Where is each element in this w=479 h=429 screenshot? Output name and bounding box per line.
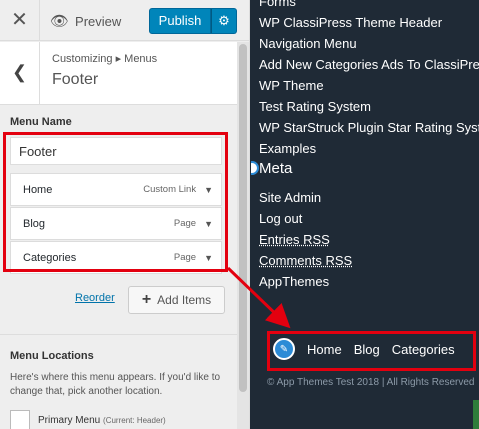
section-header: ❮ Customizing ▸ Menus Footer [0, 42, 237, 105]
collapse-sidebar-icon[interactable] [251, 161, 259, 175]
breadcrumb: Customizing ▸ Menus [52, 53, 158, 65]
sidebar-link[interactable]: WP Theme [259, 78, 324, 93]
caret-down-icon[interactable]: ▼ [204, 253, 213, 263]
corner-badge [473, 400, 479, 429]
add-items-button[interactable]: + Add Items [128, 286, 225, 314]
back-icon[interactable]: ❮ [0, 42, 40, 105]
plus-icon: + [141, 291, 152, 308]
close-icon[interactable]: ✕ [0, 0, 40, 41]
meta-link[interactable]: Log out [259, 211, 302, 226]
primary-menu-text: Primary Menu [38, 415, 101, 426]
gear-icon[interactable]: ⚙ [211, 8, 237, 34]
sidebar-link[interactable]: Forms [259, 0, 296, 9]
caret-down-icon[interactable]: ▼ [204, 185, 213, 195]
menu-item-type: Custom Link [143, 184, 197, 195]
divider [0, 334, 237, 335]
sidebar-link[interactable]: Navigation Menu [259, 36, 357, 51]
reorder-link[interactable]: Reorder [75, 292, 115, 304]
scrollbar-thumb[interactable] [239, 44, 247, 392]
primary-menu-checkbox[interactable] [10, 410, 30, 429]
footer-menu-item[interactable]: Home [307, 342, 342, 357]
sidebar-link[interactable]: WP StarStruck Plugin Star Rating System [259, 120, 479, 135]
meta-link[interactable]: AppThemes [259, 274, 329, 289]
copyright-text: © App Themes Test 2018 | All Rights Rese… [267, 377, 475, 388]
publish-button[interactable]: Publish [149, 8, 211, 34]
menu-item-home[interactable]: Home Custom Link ▼ [10, 173, 222, 206]
meta-link[interactable]: Entries RSS [259, 232, 330, 247]
site-preview: Forms WP ClassiPress Theme Header Naviga… [251, 0, 479, 429]
primary-menu-current: (Current: Header) [103, 416, 166, 425]
eye-icon: 👁 [50, 13, 70, 30]
add-items-label: Add Items [157, 293, 212, 307]
menu-locations-title: Menu Locations [10, 350, 94, 362]
footer-menu: ✎ Home Blog Categories [273, 338, 455, 360]
footer-menu-item[interactable]: Categories [392, 342, 455, 357]
caret-down-icon[interactable]: ▼ [204, 219, 213, 229]
menu-item-categories[interactable]: Categories Page ▼ [10, 241, 222, 274]
sidebar-link[interactable]: Test Rating System [259, 99, 371, 114]
meta-heading: Meta [259, 160, 293, 177]
menu-item-title: Categories [23, 251, 77, 264]
pencil-icon[interactable]: ✎ [273, 338, 295, 360]
preview-button[interactable]: 👁 Preview [50, 12, 121, 30]
sidebar-link[interactable]: Add New Categories Ads To ClassiPress [259, 57, 479, 72]
preview-label: Preview [75, 13, 122, 29]
menu-item-type: Page [173, 252, 197, 263]
menu-item-title: Blog [23, 217, 46, 230]
customizer-panel: ✕ 👁 Preview Publish ⚙ ❮ Customizing ▸ Me… [0, 0, 250, 429]
menu-name-label: Menu Name [10, 116, 72, 128]
menu-locations-description: Here's where this menu appears. If you'd… [10, 372, 221, 397]
footer-menu-item[interactable]: Blog [354, 342, 380, 357]
menu-name-input[interactable] [10, 137, 222, 165]
primary-menu-label: Primary Menu (Current: Header) [38, 415, 166, 426]
sidebar-link[interactable]: Examples [259, 141, 316, 156]
customizer-header: ✕ 👁 Preview Publish ⚙ [0, 0, 249, 41]
meta-link[interactable]: Site Admin [259, 190, 321, 205]
menu-item-blog[interactable]: Blog Page ▼ [10, 207, 222, 240]
sidebar-link[interactable]: WP ClassiPress Theme Header [259, 15, 442, 30]
menu-item-title: Home [23, 183, 53, 196]
menu-item-type: Page [173, 218, 197, 229]
meta-link[interactable]: Comments RSS [259, 253, 352, 268]
section-title: Footer [52, 71, 99, 88]
